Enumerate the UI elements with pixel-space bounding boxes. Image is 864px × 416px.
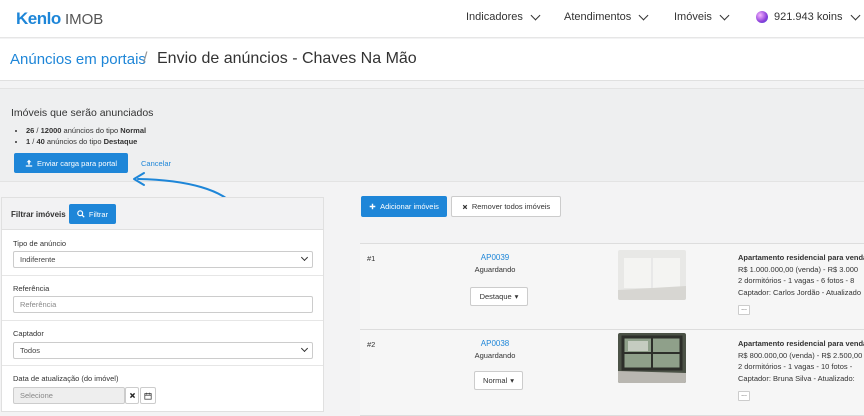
summary-destaque: 1 / 40 anúncios do tipo Destaque <box>26 136 146 147</box>
referencia-label: Referência <box>13 284 50 293</box>
filter-button[interactable]: Filtrar <box>69 204 116 224</box>
listing-status: Aguardando <box>474 351 516 360</box>
listing-description: Apartamento residencial para venda R$ 80… <box>738 339 864 383</box>
listing-code-link[interactable]: AP0039 <box>470 253 520 262</box>
clear-date-button[interactable] <box>125 387 139 404</box>
filter-title: Filtrar imóveis <box>11 210 66 219</box>
chevron-down-icon <box>719 10 730 20</box>
add-imoveis-button[interactable]: Adicionar imóveis <box>361 196 447 217</box>
listing-photo-image <box>618 333 686 383</box>
listing-code-link[interactable]: AP0038 <box>470 339 520 348</box>
listing-type-dropdown[interactable]: Normal ▾ <box>474 371 523 390</box>
send-load-button[interactable]: Enviar carga para portal <box>14 153 128 173</box>
calendar-button[interactable] <box>140 387 156 404</box>
listing-row: #1 AP0039 Aguardando Destaque ▾ Apartamen… <box>360 244 864 330</box>
captador-select[interactable]: Todos <box>13 342 313 359</box>
chevron-down-icon <box>850 10 860 20</box>
listing-type-dropdown[interactable]: Destaque ▾ <box>470 287 528 306</box>
row-number: #1 <box>367 254 376 263</box>
upload-icon <box>25 159 33 167</box>
listing-row: #2 AP0038 Aguardando Normal ▾ Apartamento… <box>360 330 864 416</box>
times-icon <box>129 392 135 399</box>
nav-koins[interactable]: 921.943 koins <box>756 10 860 23</box>
chevron-down-icon <box>300 253 309 262</box>
filter-header: Filtrar imóveis Filtrar <box>2 198 323 230</box>
filter-group-tipo: Tipo de anúncio Indiferente <box>2 231 323 276</box>
tipo-label: Tipo de anúncio <box>13 239 67 248</box>
nav-imoveis[interactable]: Imóveis <box>674 10 730 23</box>
filter-panel: Filtrar imóveis Filtrar Tipo de anúncio … <box>1 197 324 412</box>
nav-atendimentos[interactable]: Atendimentos <box>564 10 649 23</box>
caret-down-icon: ▾ <box>514 292 519 301</box>
summary-normal: 26 / 12000 anúncios do tipo Normal <box>26 125 146 136</box>
data-input[interactable]: Selecione <box>13 387 125 404</box>
top-navbar: Kenlo IMOB Indicadores Atendimentos Imóv… <box>0 0 864 38</box>
chevron-down-icon <box>530 10 541 20</box>
chevron-down-icon <box>300 344 309 353</box>
chevron-down-icon <box>638 10 649 20</box>
row-number: #2 <box>367 340 376 349</box>
tipo-select[interactable]: Indiferente <box>13 251 313 268</box>
listing-photo[interactable] <box>618 250 686 300</box>
referencia-input[interactable]: Referência <box>13 296 313 313</box>
listing-photo-image <box>618 250 686 300</box>
cancel-link[interactable]: Cancelar <box>141 159 171 168</box>
captador-label: Captador <box>13 329 44 338</box>
summary-title: Imóveis que serão anunciados <box>11 107 154 119</box>
filter-group-data: Data de atualização (do imóvel) Selecion… <box>2 366 323 412</box>
listing-status: Aguardando <box>474 265 516 274</box>
summary-panel: Imóveis que serão anunciados 26 / 12000 … <box>0 88 864 182</box>
listings-table: #1 AP0039 Aguardando Destaque ▾ Apartamen… <box>360 243 864 416</box>
data-label: Data de atualização (do imóvel) <box>13 374 119 383</box>
koin-coin-icon <box>756 11 768 23</box>
page-title: Envio de anúncios - Chaves Na Mão <box>157 50 417 67</box>
kenlo-logo[interactable]: Kenlo IMOB <box>16 9 103 29</box>
summary-list: 26 / 12000 anúncios do tipo Normal 1 / 4… <box>26 125 146 147</box>
filter-group-captador: Captador Todos <box>2 321 323 366</box>
listing-photo[interactable] <box>618 333 686 383</box>
breadcrumb-link-anuncios[interactable]: Anúncios em portais <box>10 51 146 68</box>
remove-all-button[interactable]: Remover todos imóveis <box>451 196 561 217</box>
more-options-button[interactable]: ... <box>738 305 750 315</box>
search-icon <box>77 210 85 218</box>
listing-description: Apartamento residencial para venda R$ 1.… <box>738 253 864 297</box>
caret-down-icon: ▾ <box>510 376 514 385</box>
calendar-icon <box>144 392 152 400</box>
breadcrumb: Anúncios em portais / Envio de anúncios … <box>0 39 864 81</box>
more-options-button[interactable]: ... <box>738 391 750 401</box>
plus-icon <box>369 203 376 210</box>
times-icon <box>462 204 468 209</box>
filter-group-referencia: Referência Referência <box>2 276 323 321</box>
breadcrumb-separator: / <box>143 50 148 67</box>
nav-indicadores[interactable]: Indicadores <box>466 10 541 23</box>
